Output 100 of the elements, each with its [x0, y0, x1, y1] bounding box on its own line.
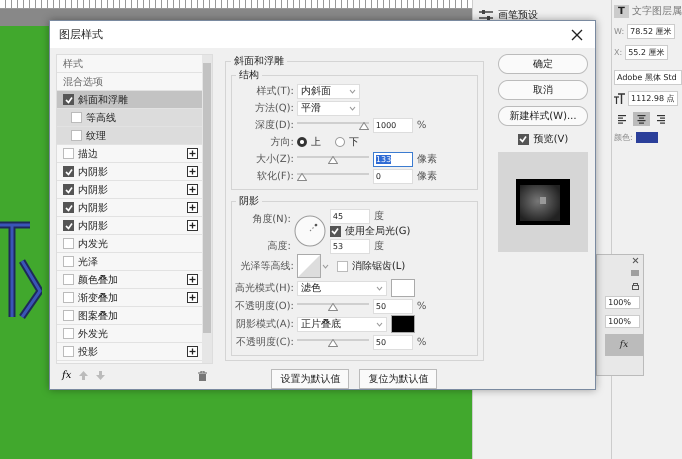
- checkbox[interactable]: [63, 220, 74, 231]
- checkbox[interactable]: [63, 166, 74, 177]
- add-button[interactable]: [186, 346, 198, 357]
- dropdown[interactable]: 内斜面: [296, 84, 360, 98]
- value-field[interactable]: 50: [372, 298, 413, 314]
- slider-thumb[interactable]: [328, 303, 338, 311]
- radio-button[interactable]: [334, 137, 345, 147]
- font-field[interactable]: Adobe 黑体 Std: [614, 70, 682, 85]
- caret-icon[interactable]: [376, 286, 383, 290]
- style-list-item[interactable]: 渐变叠加: [57, 289, 202, 307]
- slider[interactable]: [296, 301, 369, 311]
- value-field[interactable]: 45: [330, 208, 370, 224]
- style-list-item[interactable]: 内阴影: [57, 199, 202, 217]
- button[interactable]: 新建样式(W)...: [498, 106, 588, 126]
- brush-settings-icon[interactable]: [479, 9, 493, 21]
- add-button[interactable]: [186, 166, 198, 177]
- caret-icon[interactable]: [376, 322, 383, 326]
- button[interactable]: 取消: [498, 80, 588, 100]
- style-list-item[interactable]: 外发光: [57, 325, 202, 343]
- button[interactable]: 复位为默认值: [359, 369, 438, 389]
- style-list-item[interactable]: 样式: [57, 55, 202, 73]
- checkbox[interactable]: [63, 310, 74, 321]
- checkbox[interactable]: [63, 184, 74, 195]
- caret-icon[interactable]: [348, 88, 356, 94]
- value-field[interactable]: 0: [372, 168, 413, 184]
- checkbox[interactable]: [63, 94, 74, 105]
- slider[interactable]: [296, 337, 369, 347]
- menu-icon[interactable]: [631, 270, 639, 276]
- trash-icon[interactable]: [198, 370, 207, 380]
- radio-label: 上: [310, 136, 321, 149]
- close-button[interactable]: [569, 26, 585, 42]
- slider[interactable]: [296, 171, 369, 181]
- style-list-item[interactable]: 投影: [57, 343, 202, 361]
- slider-thumb[interactable]: [328, 156, 338, 164]
- checkbox[interactable]: [63, 274, 74, 285]
- slider-thumb[interactable]: [358, 122, 369, 130]
- checkbox-label: 预览(V): [534, 133, 568, 146]
- caret-icon[interactable]: [348, 106, 356, 110]
- close-icon[interactable]: [632, 257, 639, 264]
- effects-button[interactable]: fx: [62, 370, 72, 381]
- style-list-item[interactable]: 内阴影: [57, 181, 202, 199]
- contour-picker[interactable]: [296, 254, 329, 278]
- color-swatch[interactable]: [636, 132, 658, 143]
- checkbox[interactable]: [63, 346, 74, 357]
- slider[interactable]: [296, 154, 369, 164]
- style-list-item[interactable]: 描边: [57, 145, 202, 163]
- fill-field[interactable]: 100%: [605, 315, 640, 328]
- checkbox[interactable]: [71, 112, 82, 123]
- scrollbar[interactable]: [202, 55, 212, 363]
- checkbox[interactable]: [63, 256, 74, 267]
- style-list-item[interactable]: 图案叠加: [57, 307, 202, 325]
- checkbox[interactable]: [518, 134, 529, 144]
- color-swatch[interactable]: [390, 315, 415, 333]
- checkbox[interactable]: [330, 226, 341, 236]
- add-button[interactable]: [186, 202, 198, 213]
- caret-icon[interactable]: [322, 264, 329, 268]
- dropdown[interactable]: 正片叠底: [296, 316, 387, 332]
- add-button[interactable]: [186, 274, 198, 285]
- checkbox[interactable]: [63, 148, 74, 159]
- value-field[interactable]: 78.52 厘米: [627, 24, 675, 39]
- style-list-item[interactable]: 光泽: [57, 253, 202, 271]
- color-swatch[interactable]: [390, 279, 415, 297]
- value-field[interactable]: 53: [330, 238, 370, 254]
- add-button[interactable]: [186, 184, 198, 195]
- value-field[interactable]: 1112.98 点: [628, 91, 678, 106]
- dropdown[interactable]: 滤色: [296, 280, 387, 296]
- style-list-item[interactable]: 颜色叠加: [57, 271, 202, 289]
- style-list-item[interactable]: 等高线: [57, 109, 202, 127]
- checkbox[interactable]: [63, 292, 74, 303]
- opacity-field[interactable]: 100%: [605, 296, 640, 309]
- add-button[interactable]: [186, 220, 198, 231]
- checkbox[interactable]: [63, 328, 74, 339]
- style-list-item[interactable]: 斜面和浮雕: [57, 91, 202, 109]
- value-field[interactable]: 55.2 厘米: [625, 45, 668, 60]
- checkbox[interactable]: [71, 130, 82, 141]
- align-left-icon[interactable]: [617, 114, 628, 124]
- slider[interactable]: [296, 120, 369, 130]
- style-list-item[interactable]: 纹理: [57, 127, 202, 145]
- slider-thumb[interactable]: [296, 173, 307, 181]
- add-button[interactable]: [186, 292, 198, 303]
- radio-button[interactable]: [296, 137, 307, 147]
- align-center-icon[interactable]: [636, 114, 647, 124]
- slider-thumb[interactable]: [328, 339, 338, 347]
- checkbox[interactable]: [336, 260, 348, 272]
- dropdown[interactable]: 平滑: [296, 100, 360, 116]
- add-button[interactable]: [186, 148, 198, 159]
- style-list-item[interactable]: 内阴影: [57, 163, 202, 181]
- checkbox[interactable]: [63, 238, 74, 249]
- panel-title[interactable]: 画笔预设: [498, 8, 538, 22]
- checkbox[interactable]: [63, 202, 74, 213]
- value-field[interactable]: 133: [372, 152, 413, 166]
- style-list-item[interactable]: 内发光: [57, 235, 202, 253]
- value-field[interactable]: 50: [372, 334, 413, 350]
- button[interactable]: 确定: [498, 54, 588, 74]
- style-list-item[interactable]: 内阴影: [57, 217, 202, 235]
- lock-icon[interactable]: [632, 282, 639, 290]
- button[interactable]: 设置为默认值: [271, 369, 350, 389]
- align-center-button[interactable]: [633, 112, 650, 126]
- align-right-icon[interactable]: [655, 114, 666, 124]
- value-field[interactable]: 1000: [372, 118, 413, 132]
